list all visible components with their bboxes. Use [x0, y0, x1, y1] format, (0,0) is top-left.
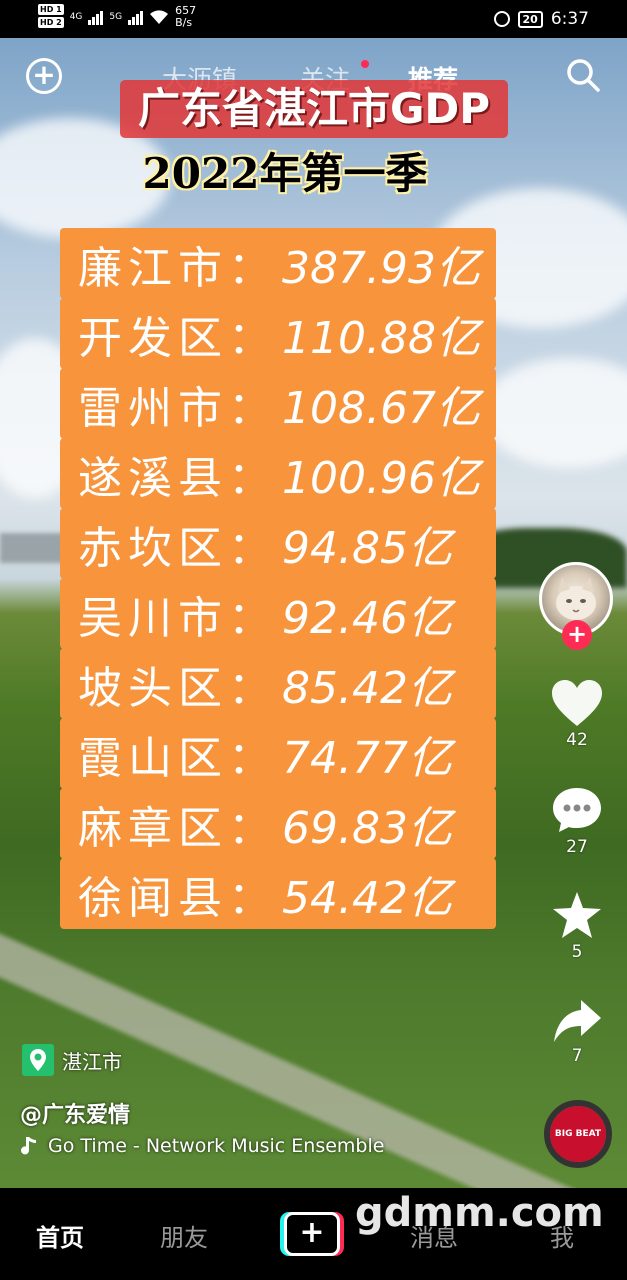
gdp-value: 100.96亿 [282, 452, 480, 504]
gdp-value: 69.83亿 [282, 802, 452, 854]
share-button[interactable]: 7 [535, 998, 619, 1066]
sim1-label: HD 1 [38, 4, 64, 15]
plus-icon: + [284, 1212, 340, 1256]
region-name: 廉江市： [78, 242, 278, 294]
region-name: 遂溪县： [78, 452, 278, 504]
sim-indicators: HD 1 HD 2 [38, 4, 64, 30]
music-disc[interactable]: BIG BEAT [544, 1100, 612, 1168]
gdp-list: 廉江市： 387.93亿 开发区： 110.88亿 雷州市： 108.67亿 遂溪县：… [60, 228, 496, 929]
music-info[interactable]: Go Time - Network Music Ensemble [20, 1135, 384, 1157]
author-name[interactable]: @广东爱情 [20, 1097, 130, 1129]
follow-button[interactable]: + [562, 620, 592, 650]
watermark: gdmm.com [355, 1190, 604, 1236]
comment-button[interactable]: 27 [535, 785, 619, 857]
region-name: 麻章区： [78, 802, 278, 854]
net-speed-unit: B/s [175, 16, 193, 29]
like-count: 42 [566, 730, 588, 750]
gdp-value: 387.93亿 [282, 242, 480, 294]
region-name: 开发区： [78, 312, 278, 364]
create-button[interactable]: + [280, 1212, 344, 1256]
gdp-value: 110.88亿 [282, 312, 480, 364]
region-name: 坡头区： [78, 662, 278, 714]
location-tag[interactable]: 湛江市 [22, 1043, 122, 1077]
video-title: 广东省湛江市GDP [120, 80, 508, 138]
share-arrow-icon [554, 1000, 601, 1042]
location-text: 湛江市 [62, 1049, 122, 1074]
gdp-value: 85.42亿 [282, 662, 452, 714]
nav-friends[interactable]: 朋友 [160, 1218, 208, 1253]
signal-icon [88, 9, 104, 25]
add-live-icon[interactable]: + [26, 58, 62, 94]
gdp-row: 赤坎区： 94.85亿 [60, 508, 496, 579]
gdp-row: 遂溪县： 100.96亿 [60, 438, 496, 509]
signal2-icon [128, 9, 144, 25]
status-right: 20 6:37 [493, 9, 589, 29]
region-name: 吴川市： [78, 592, 278, 644]
network2-label: 5G [109, 12, 123, 22]
gdp-value: 108.67亿 [282, 382, 480, 434]
like-button[interactable]: 42 [535, 678, 619, 750]
battery-icon: 20 [517, 10, 543, 28]
net-speed: 657 B/s [175, 5, 196, 29]
region-name: 赤坎区： [78, 522, 278, 574]
notification-dot [361, 60, 369, 68]
gdp-row: 吴川市： 92.46亿 [60, 578, 496, 649]
network1-label: 4G [69, 12, 83, 22]
gdp-row: 坡头区： 85.42亿 [60, 648, 496, 719]
status-bar: HD 1 HD 2 4G 5G 657 B/s 20 6:37 [0, 0, 627, 38]
gdp-row: 雷州市： 108.67亿 [60, 368, 496, 439]
gdp-row: 徐闻县： 54.42亿 [60, 858, 496, 929]
alarm-icon [493, 11, 510, 27]
disc-logo: BIG BEAT [550, 1106, 606, 1162]
region-name: 徐闻县： [78, 872, 278, 924]
nav-home[interactable]: 首页 [36, 1218, 84, 1253]
location-pin-icon [22, 1044, 54, 1076]
favorite-count: 5 [571, 942, 583, 962]
gdp-row: 霞山区： 74.77亿 [60, 718, 496, 789]
video-subtitle: 2022年第一季 [142, 149, 428, 198]
comment-count: 27 [566, 837, 588, 857]
region-name: 霞山区： [78, 732, 278, 784]
gdp-row: 廉江市： 387.93亿 [60, 228, 496, 299]
heart-icon [552, 680, 602, 726]
gdp-value: 74.77亿 [282, 732, 452, 784]
gdp-value: 94.85亿 [282, 522, 452, 574]
gdp-row: 麻章区： 69.83亿 [60, 788, 496, 859]
search-icon[interactable] [566, 58, 600, 92]
share-count: 7 [571, 1046, 583, 1066]
favorite-button[interactable]: 5 [535, 890, 619, 962]
wifi-icon [150, 10, 169, 24]
cloud-shape [480, 358, 627, 468]
status-left: HD 1 HD 2 4G 5G 657 B/s [38, 4, 196, 30]
clock: 6:37 [550, 9, 589, 29]
music-note-icon [21, 1137, 36, 1155]
gdp-value: 92.46亿 [282, 592, 452, 644]
region-name: 雷州市： [78, 382, 278, 434]
music-title: Go Time - Network Music Ensemble [48, 1135, 385, 1157]
star-icon [553, 892, 601, 938]
sim2-label: HD 2 [38, 17, 64, 28]
comment-icon [553, 788, 601, 832]
gdp-row: 开发区： 110.88亿 [60, 298, 496, 369]
gdp-value: 54.42亿 [282, 872, 452, 924]
